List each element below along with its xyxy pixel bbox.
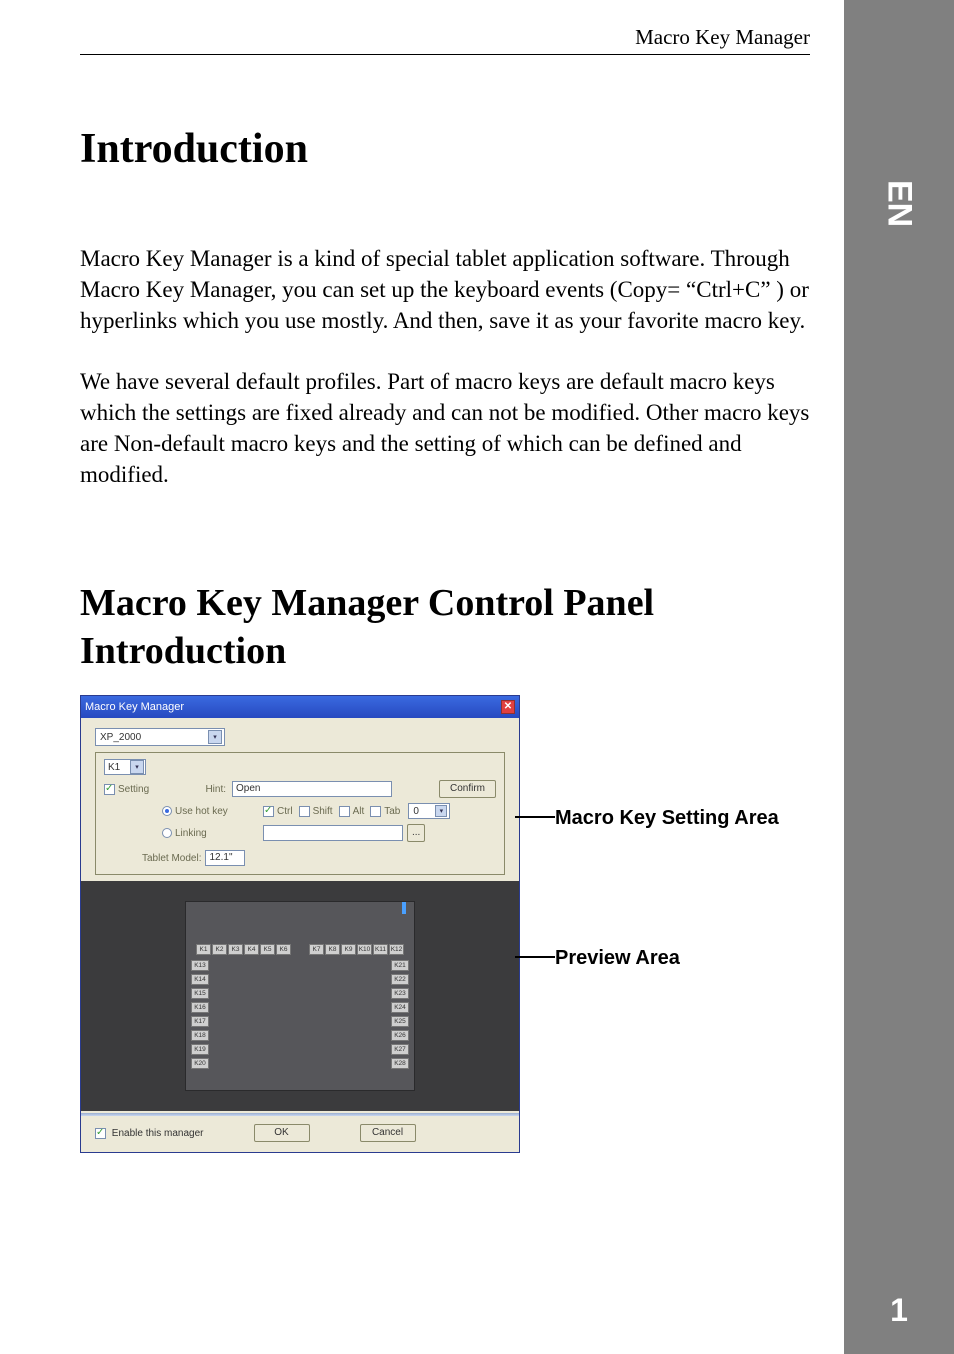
right-side-keys: K21 K22 K23 K24 K25 K26 K27 K28: [391, 960, 409, 1069]
macro-setting-group: K1 ▾ Setting Hint: Open Confirm: [95, 752, 505, 875]
chevron-down-icon: ▾: [208, 730, 222, 744]
hotkey-key-dropdown[interactable]: 0 ▾: [408, 803, 450, 819]
intro-paragraph-2: We have several default profiles. Part o…: [80, 366, 810, 490]
macro-key-k1[interactable]: K1: [196, 944, 211, 955]
macro-key-k27[interactable]: K27: [391, 1044, 409, 1055]
macro-key-k4[interactable]: K4: [244, 944, 259, 955]
hotkey-key-value: 0: [413, 806, 419, 817]
alt-checkbox[interactable]: [339, 806, 350, 817]
macro-key-k22[interactable]: K22: [391, 974, 409, 985]
cancel-button[interactable]: Cancel: [360, 1124, 416, 1142]
chevron-down-icon: ▾: [130, 760, 144, 774]
page-number: 1: [890, 1292, 908, 1329]
macro-key-k21[interactable]: K21: [391, 960, 409, 971]
setting-label: Setting: [118, 784, 166, 795]
callout-preview-area: Preview Area: [555, 947, 680, 970]
profile-dropdown[interactable]: XP_2000 ▾: [95, 728, 225, 746]
window-titlebar[interactable]: Macro Key Manager ✕: [81, 696, 519, 718]
macro-key-k26[interactable]: K26: [391, 1030, 409, 1041]
language-code: EN: [880, 180, 919, 227]
macro-key-k17[interactable]: K17: [191, 1016, 209, 1027]
macro-key-k7[interactable]: K7: [309, 944, 324, 955]
macro-key-k12[interactable]: K12: [389, 944, 404, 955]
profile-value: XP_2000: [100, 732, 141, 743]
linking-label: Linking: [175, 828, 233, 839]
enable-manager-label: Enable this manager: [112, 1128, 204, 1139]
macro-key-k6[interactable]: K6: [276, 944, 291, 955]
macro-key-k16[interactable]: K16: [191, 1002, 209, 1013]
macro-key-k15[interactable]: K15: [191, 988, 209, 999]
enable-manager-checkbox[interactable]: [95, 1128, 106, 1139]
tab-checkbox[interactable]: [370, 806, 381, 817]
linking-radio[interactable]: [162, 828, 172, 838]
key-dropdown[interactable]: K1 ▾: [104, 759, 146, 775]
hotkey-radio[interactable]: [162, 806, 172, 816]
shift-checkbox[interactable]: [299, 806, 310, 817]
hint-label: Hint:: [166, 784, 226, 795]
page-content: Macro Key Manager Introduction Macro Key…: [80, 25, 810, 1153]
ctrl-checkbox[interactable]: [263, 806, 274, 817]
window-title: Macro Key Manager: [85, 701, 184, 713]
left-side-keys: K13 K14 K15 K16 K17 K18 K19 K20: [191, 960, 209, 1069]
alt-label: Alt: [353, 806, 365, 817]
macro-key-k23[interactable]: K23: [391, 988, 409, 999]
dialog-bottom-bar: Enable this manager OK Cancel: [81, 1116, 519, 1152]
macro-key-k8[interactable]: K8: [325, 944, 340, 955]
linking-path-input[interactable]: [263, 825, 403, 841]
macro-key-k3[interactable]: K3: [228, 944, 243, 955]
tablet-indicator: [402, 902, 406, 914]
key-value: K1: [108, 762, 120, 773]
macro-key-k25[interactable]: K25: [391, 1016, 409, 1027]
intro-paragraph-1: Macro Key Manager is a kind of special t…: [80, 243, 810, 336]
macro-key-k24[interactable]: K24: [391, 1002, 409, 1013]
macro-key-k14[interactable]: K14: [191, 974, 209, 985]
preview-area: K1K2K3K4K5K6 K7K8K9K10K11K12 K13K14K15K1…: [81, 881, 519, 1111]
language-sidebar: EN 1: [844, 0, 954, 1354]
confirm-button[interactable]: Confirm: [439, 780, 496, 798]
macro-key-k20[interactable]: K20: [191, 1058, 209, 1069]
macro-key-manager-window: Macro Key Manager ✕ XP_2000 ▾ K1 ▾: [80, 695, 520, 1153]
macro-key-k10[interactable]: K10: [357, 944, 372, 955]
close-icon[interactable]: ✕: [501, 700, 515, 714]
macro-key-k5[interactable]: K5: [260, 944, 275, 955]
ok-button[interactable]: OK: [254, 1124, 310, 1142]
macro-key-k2[interactable]: K2: [212, 944, 227, 955]
shift-label: Shift: [313, 806, 333, 817]
hint-input[interactable]: Open: [232, 781, 392, 797]
macro-key-k11[interactable]: K11: [373, 944, 388, 955]
macro-key-k13[interactable]: K13: [191, 960, 209, 971]
hotkey-label: Use hot key: [175, 806, 233, 817]
control-panel-figure: Macro Key Manager ✕ XP_2000 ▾ K1 ▾: [80, 695, 810, 1153]
macro-key-k19[interactable]: K19: [191, 1044, 209, 1055]
tablet-model-value: 12.1": [205, 850, 245, 866]
chevron-down-icon: ▾: [435, 805, 447, 817]
heading-control-panel: Macro Key Manager Control Panel Introduc…: [80, 580, 810, 675]
ctrl-label: Ctrl: [277, 806, 293, 817]
tablet-diagram: K1K2K3K4K5K6 K7K8K9K10K11K12 K13K14K15K1…: [185, 901, 415, 1091]
tablet-model-label: Tablet Model:: [142, 853, 201, 864]
setting-checkbox[interactable]: [104, 784, 115, 795]
browse-button[interactable]: ...: [407, 824, 425, 842]
tab-label: Tab: [384, 806, 400, 817]
macro-key-k18[interactable]: K18: [191, 1030, 209, 1041]
top-key-row: K1K2K3K4K5K6 K7K8K9K10K11K12: [196, 944, 404, 955]
macro-key-k28[interactable]: K28: [391, 1058, 409, 1069]
document-header: Macro Key Manager: [80, 25, 810, 55]
macro-key-k9[interactable]: K9: [341, 944, 356, 955]
heading-introduction: Introduction: [80, 125, 810, 173]
callout-setting-area: Macro Key Setting Area: [555, 807, 779, 830]
